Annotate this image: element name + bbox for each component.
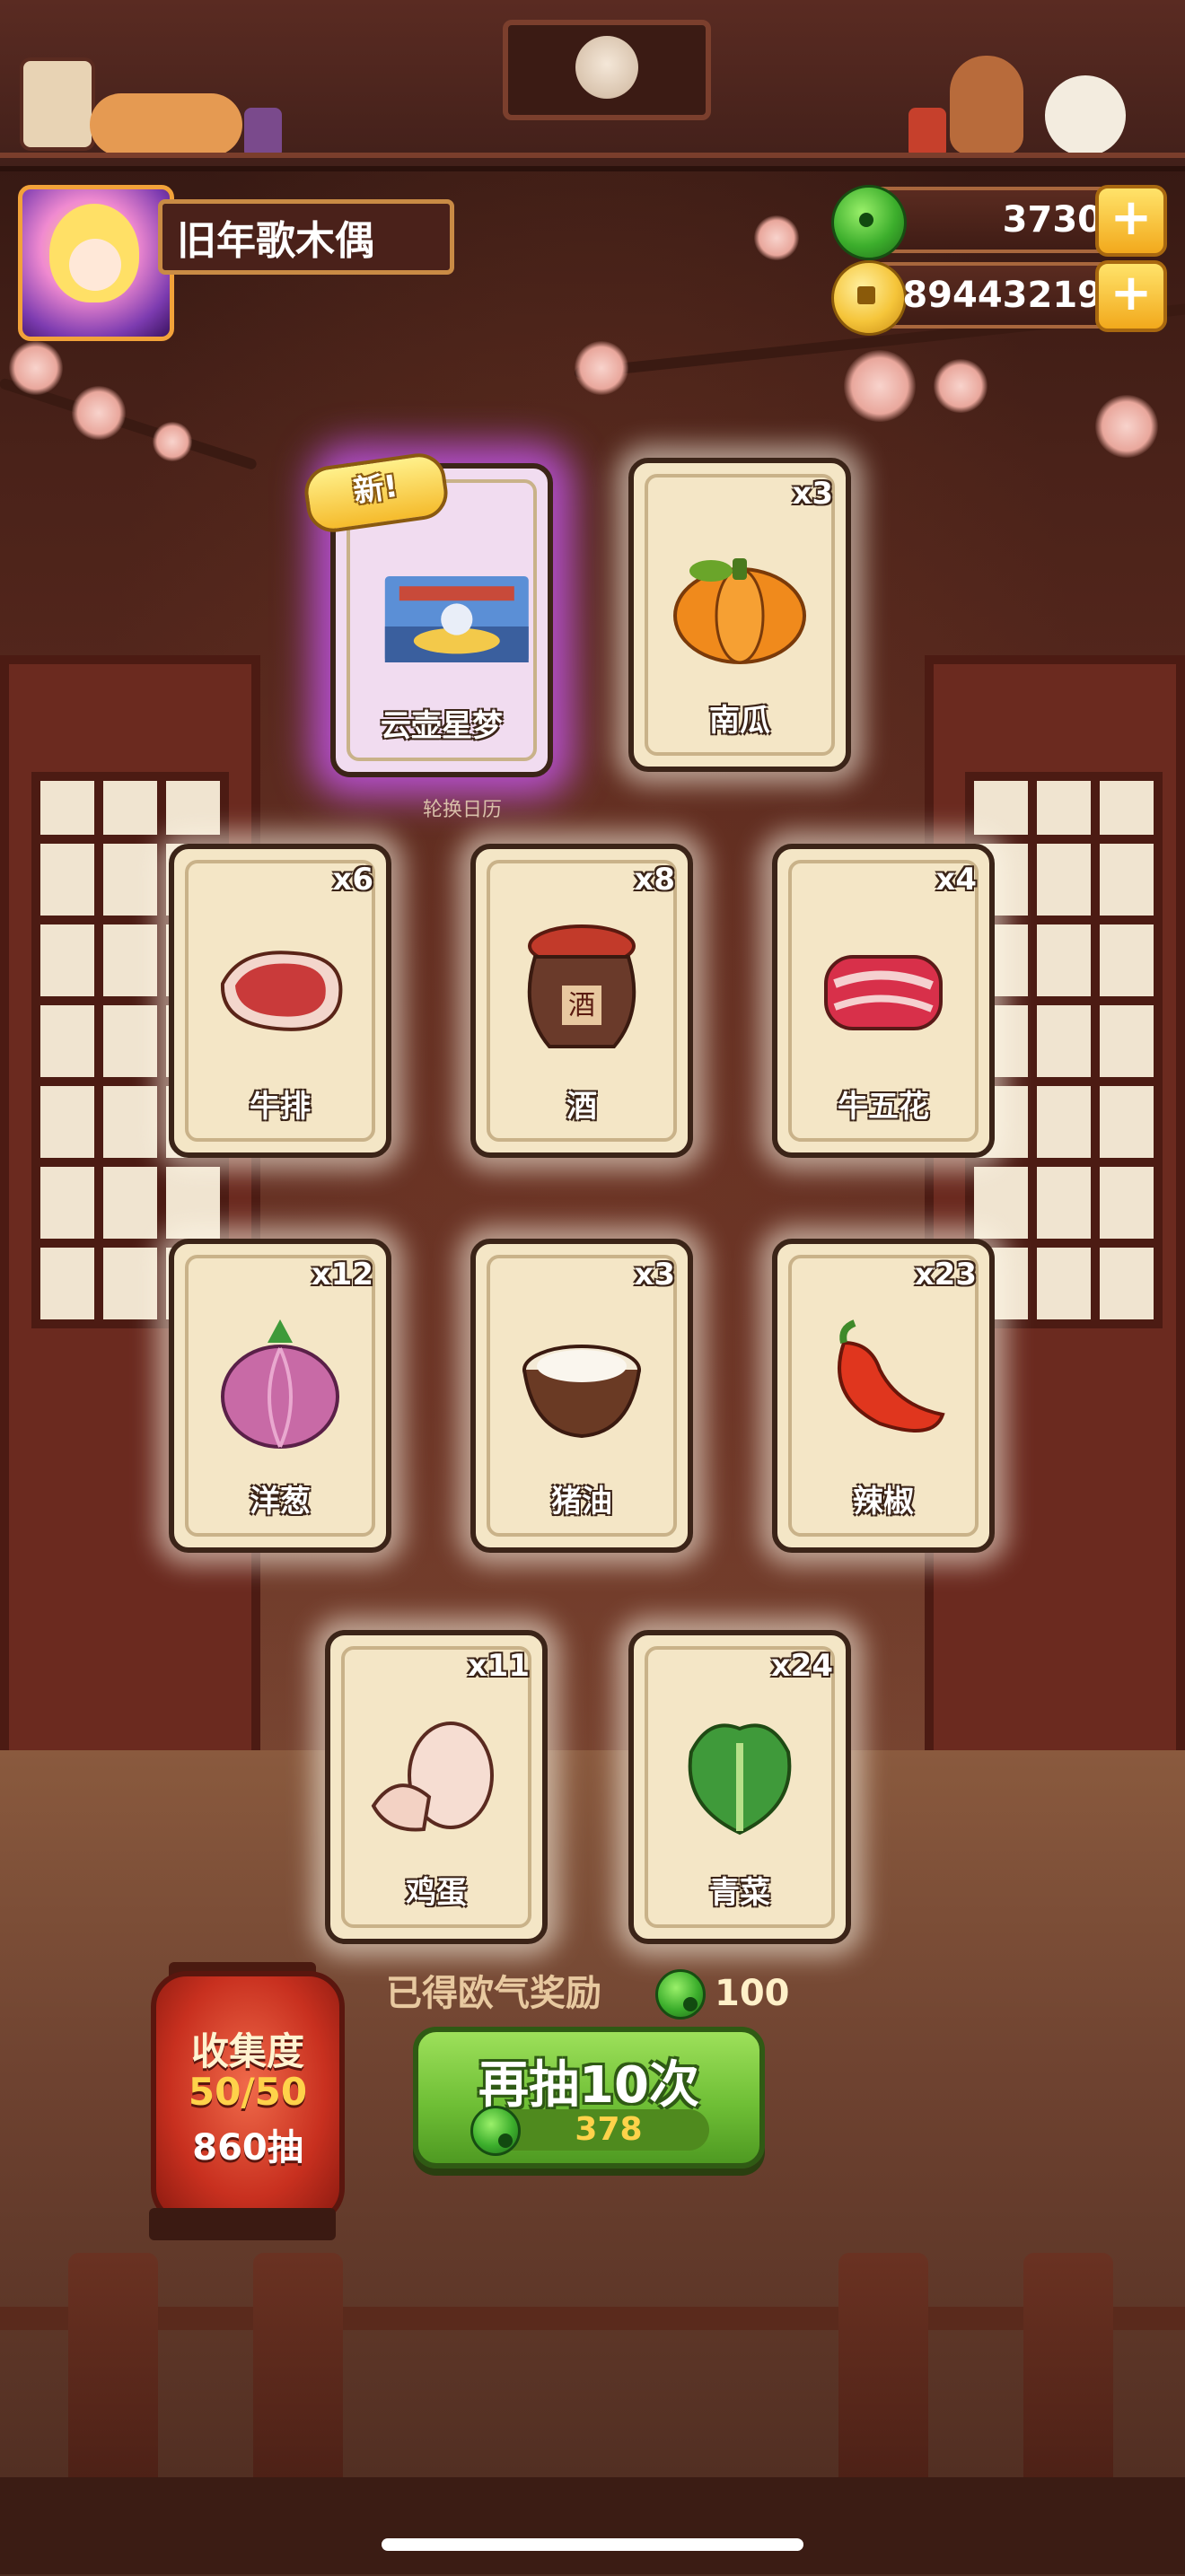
beef-belly-icon (824, 955, 943, 1030)
blossom (844, 350, 916, 422)
card-count: x24 (770, 1648, 833, 1684)
player-name: 旧年歌木偶 (158, 199, 454, 275)
add-coins-button[interactable]: + (1095, 260, 1167, 332)
card-count: x6 (332, 862, 373, 898)
card-name: 南瓜 (709, 703, 770, 739)
collection-draws: 860抽 (192, 2127, 303, 2169)
home-indicator[interactable] (382, 2538, 803, 2551)
right-door (925, 655, 1185, 1768)
card-count: x11 (467, 1648, 530, 1684)
jar-label-text: 酒 (568, 990, 595, 1021)
coin-icon (831, 260, 907, 336)
card-count: x23 (914, 1257, 977, 1292)
wine-jar-icon: 酒 (527, 924, 636, 1048)
fence-post (253, 2253, 343, 2504)
draw-cost: 378 (470, 2106, 709, 2156)
pumpkin-icon (673, 558, 806, 664)
luck-reward: 已得欧气奖励 100 (386, 1962, 799, 2025)
draw-button-label: 再抽10次 (478, 2056, 699, 2115)
lard-bowl-icon (522, 1345, 641, 1439)
collection-lantern[interactable]: 收集度 50/50 860抽 (151, 1971, 345, 2224)
draw-10-again-button[interactable]: 再抽10次 378 (413, 2027, 765, 2169)
card-name: 鸡蛋 (406, 1875, 467, 1911)
blossom (9, 341, 63, 395)
luck-reward-amount: 100 (715, 1973, 790, 2014)
card-greens[interactable]: x24 青菜 (628, 1630, 851, 1944)
card-wine[interactable]: x8 酒 酒 (470, 844, 693, 1158)
jade-amount: 3730 (1002, 199, 1102, 241)
card-onion[interactable]: x12 洋葱 (169, 1239, 391, 1553)
fence-post (1023, 2253, 1113, 2504)
card-yunhu-xingmeng[interactable]: 新! 云壶星梦 (301, 450, 553, 777)
steak-icon (220, 951, 343, 1031)
egg-icon (371, 1722, 494, 1832)
lantern-stand (149, 2208, 336, 2240)
collection-title: 收集度 (190, 2029, 304, 2073)
add-jade-button[interactable]: + (1095, 185, 1167, 257)
jar-decoration (244, 108, 282, 158)
jade-icon (655, 1969, 706, 2020)
cat-decoration (90, 93, 242, 156)
card-count: x8 (634, 862, 675, 898)
card-count: x3 (792, 476, 833, 512)
fence-post (68, 2253, 158, 2504)
top-shelf (0, 0, 1185, 171)
card-name: 洋葱 (250, 1484, 311, 1520)
blossom (72, 386, 126, 440)
blossom (575, 341, 628, 395)
card-name: 辣椒 (853, 1484, 914, 1520)
card-count: x3 (634, 1257, 675, 1292)
paw-scroll-decoration (20, 57, 95, 151)
rotation-calendar-label: 轮换日历 (422, 799, 502, 821)
card-pumpkin[interactable]: x3 南瓜 (628, 458, 851, 772)
fence-rail (0, 2307, 1185, 2330)
onion-icon (221, 1319, 339, 1449)
card-name: 酒 (566, 1089, 597, 1125)
card-steak[interactable]: x6 牛排 (169, 844, 391, 1158)
card-count: x12 (311, 1257, 373, 1292)
blossom (1095, 395, 1158, 458)
luck-reward-label: 已得欧气奖励 (386, 1973, 601, 2014)
fence-post (838, 2253, 928, 2504)
card-lard[interactable]: x3 猪油 (470, 1239, 693, 1553)
draw-cost-amount: 378 (575, 2111, 643, 2148)
bottom-strip (0, 2477, 1185, 2574)
chili-pepper-icon (838, 1319, 945, 1433)
blossom (754, 215, 799, 260)
card-name: 牛排 (250, 1089, 311, 1125)
blossom (153, 422, 192, 461)
avatar-face (69, 239, 121, 291)
coin-currency: 89443219 + (831, 260, 1167, 336)
player-avatar[interactable] (18, 185, 174, 341)
card-name: 青菜 (709, 1875, 770, 1911)
girl-figure-decoration (950, 56, 1023, 154)
card-chili[interactable]: x23 辣椒 (772, 1239, 995, 1553)
jade-icon (831, 185, 907, 260)
card-name: 猪油 (551, 1484, 612, 1520)
door-lattice (965, 772, 1163, 1328)
treasure-scene-art (384, 576, 529, 662)
blossom (934, 359, 988, 413)
card-name: 牛五花 (838, 1089, 929, 1125)
jade-icon (470, 2106, 521, 2156)
character-face-decoration (575, 36, 638, 99)
card-count: x4 (935, 862, 977, 898)
white-cat-decoration (1045, 75, 1126, 156)
bok-choy-icon (688, 1723, 792, 1836)
jade-currency: 3730 + (831, 185, 1167, 260)
red-jar-decoration (908, 108, 946, 158)
hanging-scroll (503, 20, 711, 120)
card-egg[interactable]: x11 鸡蛋 (325, 1630, 548, 1944)
collection-progress: 50/50 (188, 2070, 308, 2114)
left-door (0, 655, 260, 1768)
card-beef-belly[interactable]: x4 牛五花 (772, 844, 995, 1158)
coin-amount: 89443219 (902, 275, 1102, 316)
card-name: 云壶星梦 (381, 708, 503, 744)
shelf-edge (0, 153, 1185, 158)
